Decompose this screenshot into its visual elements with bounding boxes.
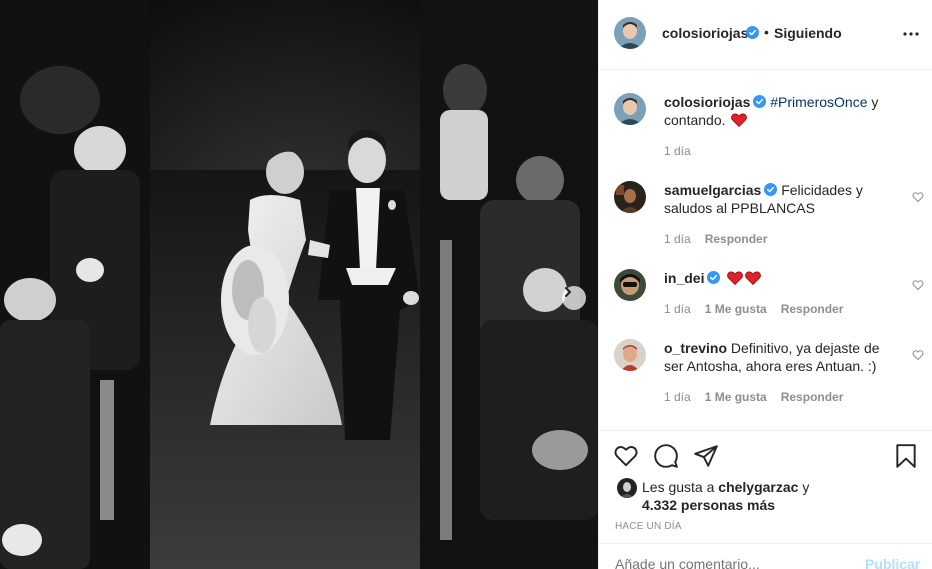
post-comment-button[interactable]: Publicar bbox=[865, 556, 920, 569]
red-heart-emoji-icon bbox=[727, 271, 744, 286]
share-icon[interactable] bbox=[693, 443, 719, 469]
post-header: colosioriojas • Siguiendo bbox=[599, 0, 932, 70]
caption-username[interactable]: colosioriojas bbox=[664, 94, 750, 110]
comment-meta: 1 día Responder bbox=[664, 232, 781, 246]
author-username[interactable]: colosioriojas bbox=[662, 25, 748, 41]
caption-meta: 1 día bbox=[664, 144, 705, 158]
verified-badge-icon bbox=[746, 26, 759, 39]
comment-time[interactable]: 1 día bbox=[664, 232, 691, 246]
author-avatar[interactable] bbox=[614, 17, 646, 49]
more-options-button[interactable] bbox=[899, 22, 923, 46]
commenter-avatar[interactable] bbox=[614, 269, 646, 301]
like-comment-heart-icon[interactable] bbox=[912, 349, 924, 361]
liker-username[interactable]: chelygarzac bbox=[718, 479, 798, 495]
author-avatar[interactable] bbox=[614, 93, 646, 125]
comment-meta: 1 día 1 Me gusta Responder bbox=[664, 302, 857, 316]
verified-badge-icon bbox=[753, 95, 767, 108]
add-comment-bar: Publicar bbox=[599, 543, 932, 569]
commenter-avatar[interactable] bbox=[614, 181, 646, 213]
like-comment-heart-icon[interactable] bbox=[912, 279, 924, 291]
comment-username[interactable]: in_dei bbox=[664, 270, 704, 286]
comment-icon[interactable] bbox=[653, 443, 679, 469]
carousel-next-button[interactable] bbox=[562, 286, 586, 310]
liker-avatar[interactable] bbox=[617, 478, 637, 498]
red-heart-emoji-icon bbox=[731, 113, 748, 128]
comment-time[interactable]: 1 día bbox=[664, 302, 691, 316]
comment-likes-count[interactable]: 1 Me gusta bbox=[705, 302, 767, 316]
bookmark-icon[interactable] bbox=[893, 443, 919, 469]
post-photo[interactable] bbox=[0, 0, 598, 569]
comment-username[interactable]: o_trevino bbox=[664, 340, 727, 356]
caption-time[interactable]: 1 día bbox=[664, 144, 691, 158]
verified-badge-icon bbox=[707, 271, 721, 284]
post-side-panel: colosioriojas • Siguiendo colosioriojas … bbox=[598, 0, 932, 569]
comment-time[interactable]: 1 día bbox=[664, 390, 691, 404]
comment-likes-count[interactable]: 1 Me gusta bbox=[705, 390, 767, 404]
like-comment-heart-icon[interactable] bbox=[912, 191, 924, 203]
comment-username[interactable]: samuelgarcias bbox=[664, 182, 761, 198]
post-actions: Les gusta a chelygarzac y 4.332 personas… bbox=[599, 430, 932, 569]
heart-icon[interactable] bbox=[613, 443, 639, 469]
comment-text: samuelgarcias Felicidades y saludos al P… bbox=[664, 181, 889, 217]
reply-button[interactable]: Responder bbox=[781, 302, 844, 316]
caption-hashtag[interactable]: #PrimerosOnce bbox=[770, 94, 867, 110]
chevron-right-icon bbox=[565, 287, 571, 297]
commenter-avatar[interactable] bbox=[614, 339, 646, 371]
likes-count[interactable]: 4.332 personas más bbox=[642, 497, 775, 513]
post-time-ago[interactable]: HACE UN DÍA bbox=[615, 521, 682, 532]
reply-button[interactable]: Responder bbox=[705, 232, 768, 246]
reply-button[interactable]: Responder bbox=[781, 390, 844, 404]
add-comment-input[interactable] bbox=[615, 556, 855, 569]
likes-summary: Les gusta a chelygarzac y 4.332 personas… bbox=[642, 478, 902, 514]
verified-badge-icon bbox=[764, 183, 778, 196]
red-heart-emoji-icon bbox=[745, 271, 762, 286]
likes-prefix: Les gusta a bbox=[642, 479, 719, 495]
likes-connector: y bbox=[798, 479, 810, 495]
wedding-photo bbox=[0, 0, 598, 569]
comment-text: o_trevino Definitivo, ya dejaste de ser … bbox=[664, 339, 889, 375]
separator-dot: • bbox=[764, 24, 769, 40]
following-button[interactable]: Siguiendo bbox=[774, 25, 842, 41]
caption-text: colosioriojas #PrimerosOnce y contando. bbox=[664, 93, 889, 129]
comment-meta: 1 día 1 Me gusta Responder bbox=[664, 390, 857, 404]
comment-text: in_dei bbox=[664, 269, 889, 287]
more-horizontal-icon bbox=[903, 32, 919, 36]
